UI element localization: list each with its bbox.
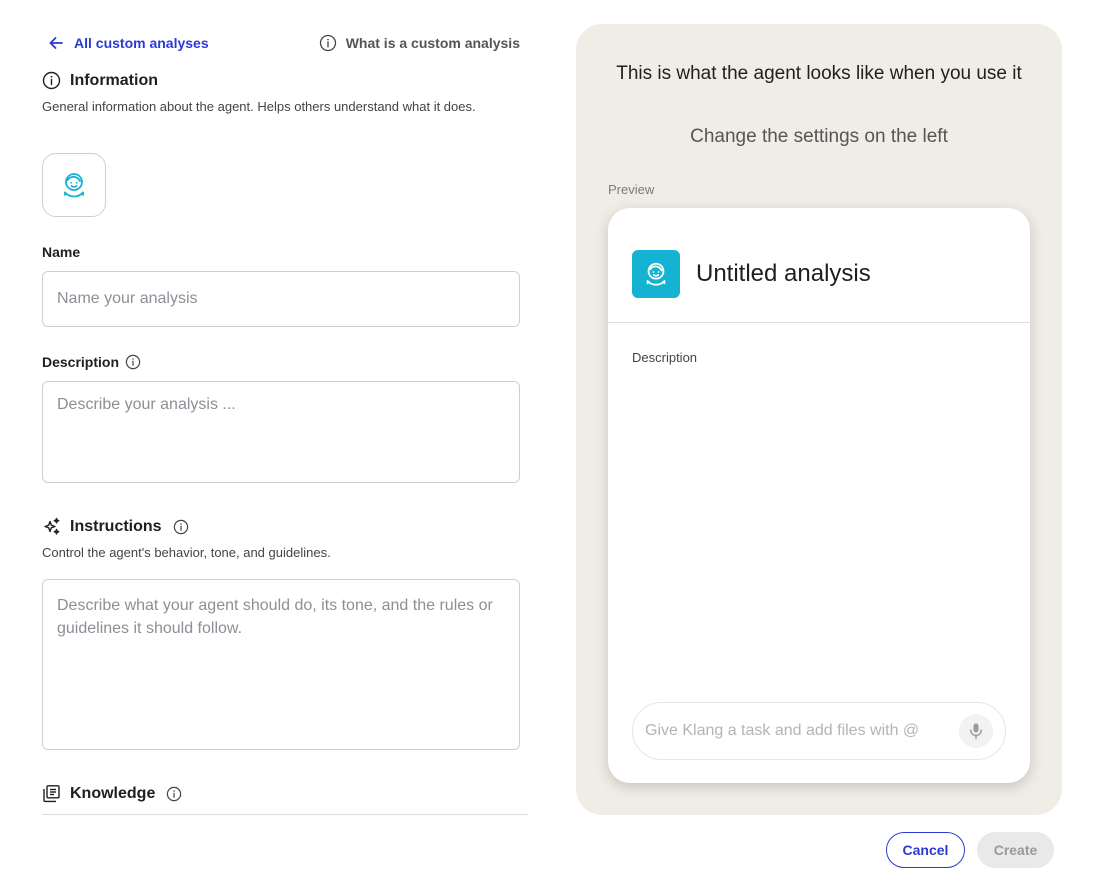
back-link-label: All custom analyses [74, 35, 209, 51]
knowledge-heading-text: Knowledge [70, 784, 156, 802]
library-books-icon [42, 784, 61, 803]
information-heading-text: Information [70, 71, 158, 89]
name-input[interactable] [42, 271, 520, 327]
description-input[interactable] [42, 381, 520, 483]
instructions-description: Control the agent's behavior, tone, and … [42, 545, 331, 560]
preview-chat-input[interactable]: Give Klang a task and add files with @ [632, 702, 1006, 760]
section-divider [42, 814, 528, 815]
knowledge-heading: Knowledge [42, 784, 182, 803]
information-description: General information about the agent. Hel… [42, 99, 476, 114]
sparkles-icon [42, 517, 61, 536]
arrow-left-icon [49, 37, 63, 49]
info-circle-icon [319, 34, 336, 52]
description-label-text: Description [42, 354, 120, 370]
smiling-face-icon [64, 173, 84, 198]
info-circle-icon[interactable] [166, 786, 182, 802]
back-to-all-analyses-link[interactable]: All custom analyses [42, 35, 209, 51]
cancel-button[interactable]: Cancel [886, 832, 965, 868]
name-label-text: Name [42, 244, 81, 260]
info-circle-icon[interactable] [125, 354, 141, 370]
avatar-picker[interactable] [42, 153, 106, 217]
information-heading: Information [42, 71, 158, 90]
top-bar: All custom analyses What is a custom ana… [42, 32, 520, 54]
microphone-icon [970, 723, 982, 740]
create-button[interactable]: Create [977, 832, 1054, 868]
instructions-heading-text: Instructions [70, 517, 162, 535]
what-is-custom-analysis-link[interactable]: What is a custom analysis [319, 34, 520, 52]
smiling-face-icon [646, 262, 666, 286]
instructions-heading: Instructions [42, 517, 189, 536]
info-circle-icon[interactable] [173, 519, 189, 535]
info-circle-icon [42, 71, 61, 90]
settings-column: All custom analyses What is a custom ana… [42, 0, 528, 816]
preview-agent-name: Untitled analysis [696, 260, 871, 287]
preview-panel: This is what the agent looks like when y… [576, 24, 1062, 815]
help-link-label: What is a custom analysis [345, 35, 520, 51]
chat-input-placeholder: Give Klang a task and add files with @ [645, 722, 920, 739]
name-label: Name [42, 244, 80, 260]
preview-card-header: Untitled analysis [608, 208, 1030, 323]
create-analysis-dialog: All custom analyses What is a custom ana… [0, 0, 1104, 884]
preview-label: Preview [608, 182, 655, 197]
preview-avatar [632, 250, 680, 298]
description-label: Description [42, 354, 141, 370]
preview-description-label: Description [632, 350, 698, 365]
instructions-input[interactable] [42, 579, 520, 750]
preview-panel-subtitle: Change the settings on the left [690, 126, 948, 147]
microphone-button[interactable] [959, 714, 993, 748]
preview-panel-title: This is what the agent looks like when y… [616, 63, 1022, 84]
agent-preview-card: Untitled analysis Description Give Klang… [608, 208, 1030, 783]
